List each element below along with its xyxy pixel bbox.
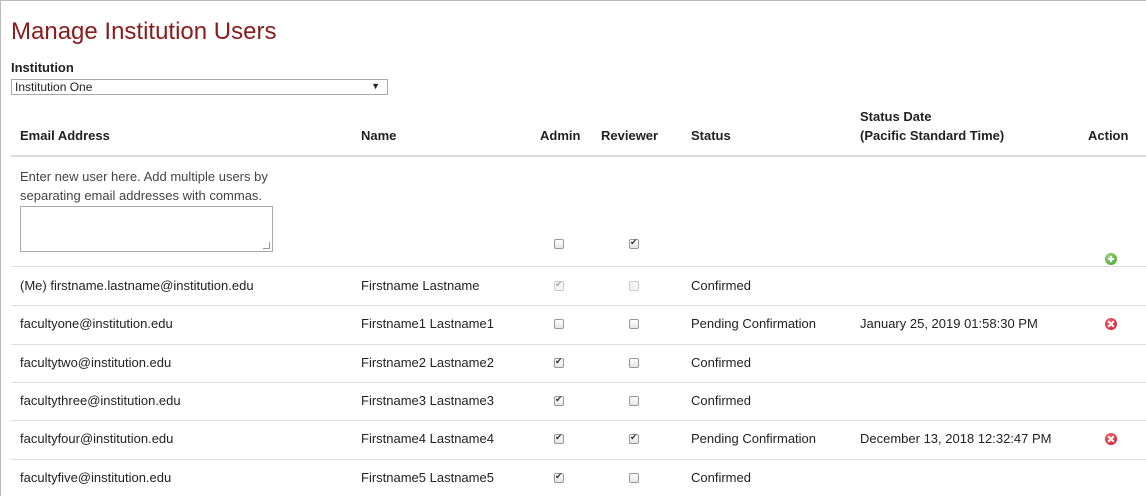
- reviewer-checkbox[interactable]: [629, 472, 639, 483]
- header-admin: Admin: [540, 128, 581, 143]
- admin-checkbox[interactable]: [554, 319, 564, 330]
- new-user-hint: Enter new user here. Add multiple users …: [20, 169, 268, 203]
- header-reviewer: Reviewer: [601, 128, 659, 143]
- name-cell: Firstname2 Lastname2: [361, 354, 494, 370]
- new-user-admin-checkbox[interactable]: [554, 239, 564, 249]
- page-title: Manage Institution Users: [11, 18, 277, 45]
- reviewer-checkbox[interactable]: [629, 432, 639, 445]
- institution-select-value: Institution One: [15, 80, 93, 94]
- name-cell: Firstname5 Lastname5: [361, 469, 494, 485]
- header-email: Email Address: [20, 128, 110, 143]
- chevron-down-icon: ▼: [371, 81, 380, 91]
- row-divider: [11, 382, 1146, 383]
- reviewer-checkbox[interactable]: [629, 396, 639, 407]
- plus-circle-icon[interactable]: [1105, 253, 1117, 265]
- status-date-cell: January 25, 2019 01:58:30 PM: [860, 316, 1038, 332]
- header-divider: [11, 155, 1146, 157]
- status-date-cell: December 13, 2018 12:32:47 PM: [860, 431, 1052, 447]
- admin-checkbox[interactable]: [554, 471, 564, 483]
- status-cell: Pending Confirmation: [691, 316, 817, 332]
- header-status-date-timezone: (Pacific Standard Time): [860, 128, 1005, 143]
- new-user-reviewer-checkbox[interactable]: [629, 237, 639, 249]
- status-cell: Pending Confirmation: [691, 431, 817, 447]
- row-divider: [11, 344, 1146, 345]
- row-divider: [11, 459, 1146, 460]
- row-divider: [11, 305, 1146, 306]
- email-cell: facultythree@institution.edu: [20, 393, 181, 409]
- email-cell: (Me) firstname.lastname@institution.edu: [20, 278, 254, 294]
- institution-label: Institution: [11, 60, 74, 75]
- email-cell: facultytwo@institution.edu: [20, 354, 172, 370]
- name-cell: Firstname Lastname: [361, 278, 480, 294]
- reviewer-checkbox: [629, 281, 639, 292]
- email-cell: facultyfour@institution.edu: [20, 431, 174, 447]
- reviewer-checkbox[interactable]: [629, 357, 639, 368]
- name-cell: Firstname4 Lastname4: [361, 431, 494, 447]
- reviewer-checkbox[interactable]: [629, 319, 639, 330]
- admin-checkbox: [554, 279, 564, 292]
- header-action: Action: [1088, 128, 1129, 143]
- admin-checkbox[interactable]: [554, 356, 564, 368]
- new-user-emails-input[interactable]: [20, 206, 273, 252]
- name-cell: Firstname3 Lastname3: [361, 393, 494, 409]
- row-divider: [11, 420, 1146, 421]
- header-name: Name: [361, 128, 397, 143]
- admin-checkbox[interactable]: [554, 394, 564, 407]
- status-cell: Confirmed: [691, 278, 751, 294]
- header-status: Status: [691, 128, 731, 143]
- header-status-date: Status Date: [860, 109, 932, 124]
- admin-checkbox[interactable]: [554, 432, 564, 445]
- status-cell: Confirmed: [691, 393, 751, 409]
- resize-grip-icon[interactable]: [263, 242, 270, 249]
- status-cell: Confirmed: [691, 354, 751, 370]
- institution-select[interactable]: Institution One ▼: [11, 79, 388, 95]
- row-divider: [11, 266, 1146, 267]
- email-cell: facultyone@institution.edu: [20, 316, 173, 332]
- name-cell: Firstname1 Lastname1: [361, 316, 494, 332]
- status-cell: Confirmed: [691, 469, 751, 485]
- email-cell: facultyfive@institution.edu: [20, 469, 172, 485]
